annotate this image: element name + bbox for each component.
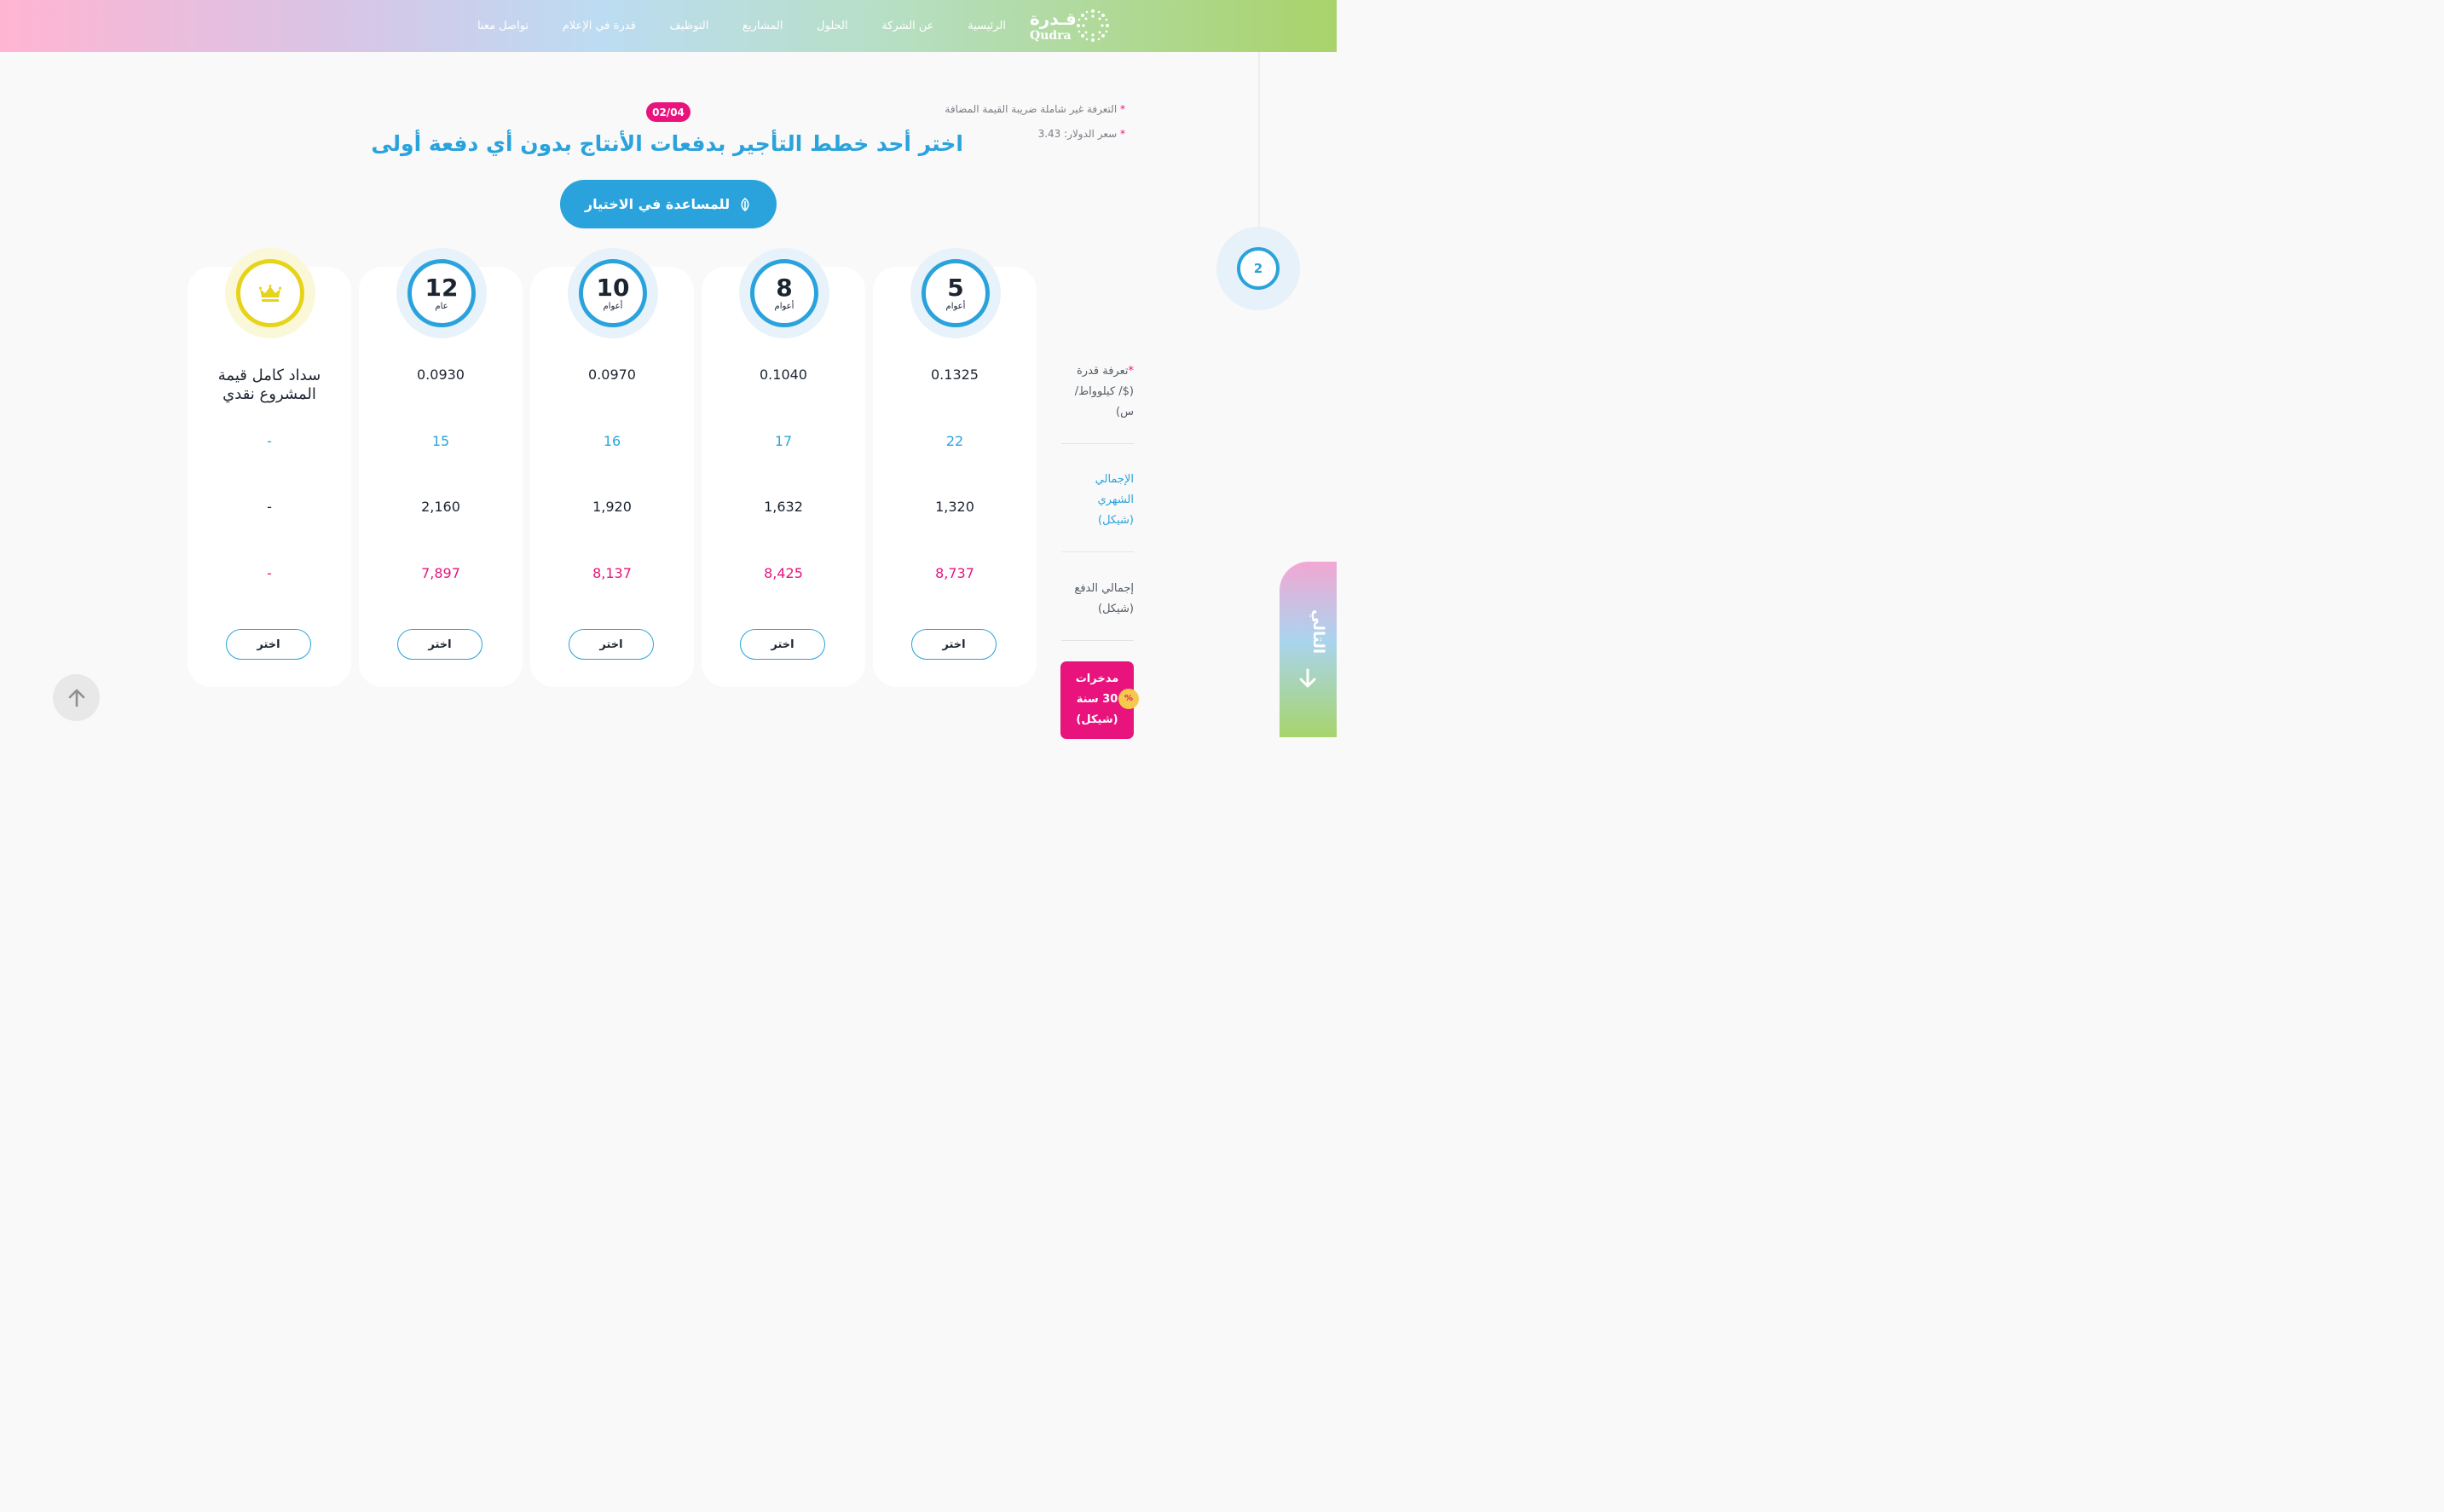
timeline-line (1258, 52, 1260, 231)
arrow-up-icon (68, 689, 84, 707)
plan-monthly: 17 (774, 433, 793, 449)
dollar-note: * سعر الدولار: 3.43 (1037, 128, 1125, 140)
plan-years: 12 (425, 273, 459, 302)
select-plan-5-button[interactable]: اختر (911, 629, 997, 660)
help-choose-button[interactable]: للمساعدة في الاختيار (560, 180, 777, 228)
select-plan-10-button[interactable]: اختر (569, 629, 654, 660)
crown-icon (259, 285, 281, 302)
plan-badge-10: 10 أعوام (568, 248, 658, 338)
next-step-label: التالي (1309, 609, 1327, 655)
plan-cash-label: سداد كامل قيمة المشروع نقدي (217, 366, 321, 403)
nav-item-careers[interactable]: التوظيف (669, 20, 708, 32)
plan-card-8-years: 8 أعوام 0.1040 17 1,632 8,425 اختر (702, 248, 865, 687)
percent-badge-icon: % (1118, 689, 1139, 709)
next-step-tab[interactable]: التالي (1280, 562, 1337, 737)
plan-card-5-years: 5 أعوام 0.1325 22 1,320 8,737 اختر (873, 248, 1037, 687)
plan-years-unit: أعوام (603, 301, 623, 311)
plan-monthly: 15 (431, 433, 450, 449)
plan-total: 1,320 (935, 499, 974, 515)
plan-tariff: 0.0970 (588, 366, 636, 383)
plan-card-12-years: 12 عام 0.0930 15 2,160 7,897 اختر (359, 248, 523, 687)
row-label-tariff-text: تعرفة قدرة ($/ كيلوواط/ س) (1074, 365, 1134, 418)
help-button-label: للمساعدة في الاختيار (584, 196, 731, 212)
nav-item-about[interactable]: عن الشركة (881, 20, 933, 32)
plan-tariff: 0.1325 (931, 366, 979, 383)
vat-note: * التعرفة غير شاملة ضريبة القيمة المضافة (945, 103, 1125, 115)
logo-arabic-text: قـدرة (1030, 9, 1077, 29)
row-divider (1061, 640, 1134, 641)
arrow-down-icon (1299, 668, 1316, 688)
plan-savings: 7,897 (421, 565, 460, 581)
vat-note-text: التعرفة غير شاملة ضريبة القيمة المضافة (945, 103, 1118, 115)
plan-tariff: 0.0930 (417, 366, 465, 383)
step-number: 2 (1237, 247, 1280, 290)
nav-item-contact[interactable]: تواصل معنا (477, 20, 529, 32)
nav-item-solutions[interactable]: الحلول (817, 20, 847, 32)
plan-years: 10 (596, 273, 630, 302)
select-plan-cash-button[interactable]: اختر (226, 629, 311, 660)
plan-cash-total: - (267, 499, 272, 515)
plan-card-10-years: 10 أعوام 0.0970 16 1,920 8,137 اختر (530, 248, 694, 687)
select-plan-8-button[interactable]: اختر (740, 629, 825, 660)
savings-label-line3: (شيكل) (1076, 713, 1118, 726)
plan-badge-8: 8 أعوام (739, 248, 829, 338)
qudra-logo[interactable]: قـدرة Qudra (1026, 7, 1112, 46)
plan-monthly: 22 (945, 433, 964, 449)
plan-badge-5: 5 أعوام (910, 248, 1001, 338)
plan-total: 1,632 (764, 499, 803, 515)
plan-savings: 8,137 (592, 565, 632, 581)
page-title: اختر أحد خطط التأجير بدفعات الأنتاج بدون… (371, 131, 963, 156)
plan-cash-savings: - (267, 565, 272, 581)
plan-badge-cash (225, 248, 315, 338)
select-plan-12-button[interactable]: اختر (397, 629, 482, 660)
plan-tariff: 0.1040 (760, 366, 807, 383)
plan-cash-monthly: - (267, 433, 272, 449)
logo-latin-text: Qudra (1030, 29, 1072, 43)
plan-years: 8 (776, 273, 793, 302)
plan-badge-12: 12 عام (396, 248, 487, 338)
scroll-to-top-button[interactable] (53, 674, 100, 721)
main-nav: الرئيسية عن الشركة الحلول المشاريع التوظ… (477, 0, 1006, 52)
plan-savings: 8,737 (935, 565, 974, 581)
plan-years-unit: أعوام (774, 301, 794, 311)
plan-years-unit: عام (435, 301, 448, 311)
plan-savings: 8,425 (764, 565, 803, 581)
plan-years-unit: أعوام (945, 301, 966, 311)
plan-card-cash: سداد كامل قيمة المشروع نقدي - - - اختر (188, 248, 351, 687)
row-label-total: إجمالي الدفع (شيكل) (1074, 582, 1134, 615)
row-label-savings: مدخرات 30 سنة (شيكل) % (1060, 661, 1139, 739)
step-counter-badge: 02/04 (646, 102, 690, 122)
nav-item-projects[interactable]: المشاريع (742, 20, 783, 32)
sun-burst-icon (1077, 9, 1109, 42)
dollar-note-text: سعر الدولار: 3.43 (1037, 128, 1118, 140)
row-divider (1061, 443, 1134, 444)
nav-item-home[interactable]: الرئيسية (968, 20, 1006, 32)
nav-item-media[interactable]: قدرة في الإعلام (563, 20, 636, 32)
savings-label-line1: مدخرات (1075, 672, 1119, 685)
plan-monthly: 16 (603, 433, 621, 449)
row-label-monthly: الإجمالي الشهري (شيكل) (1095, 473, 1134, 527)
row-label-tariff: *تعرفة قدرة ($/ كيلوواط/ س) (1074, 365, 1134, 418)
leaf-icon (741, 197, 749, 211)
row-divider (1061, 551, 1134, 552)
plan-total: 2,160 (421, 499, 460, 515)
site-header: الرئيسية عن الشركة الحلول المشاريع التوظ… (0, 0, 1337, 52)
plan-years: 5 (947, 273, 964, 302)
plan-total: 1,920 (592, 499, 632, 515)
